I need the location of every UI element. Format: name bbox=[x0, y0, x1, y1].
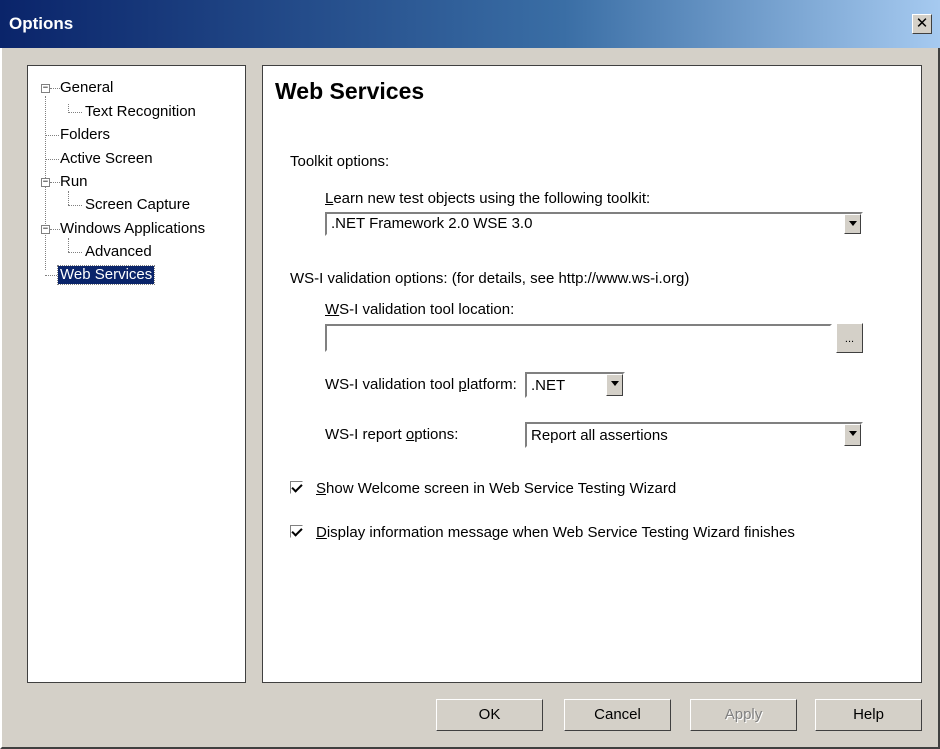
tree-item-screen-capture[interactable]: Screen Capture bbox=[85, 196, 190, 214]
page-title: Web Services bbox=[275, 78, 425, 104]
cancel-button[interactable]: Cancel bbox=[564, 699, 671, 731]
report-options-label: WS-I report options: bbox=[325, 426, 459, 443]
toolkit-select[interactable]: .NET Framework 2.0 WSE 3.0 bbox=[325, 212, 863, 236]
close-icon: ✕ bbox=[915, 14, 929, 32]
tree-collapse-general-icon[interactable]: − bbox=[41, 84, 50, 93]
ok-button[interactable]: OK bbox=[436, 699, 543, 731]
help-button[interactable]: Help bbox=[815, 699, 922, 731]
title-bar: Options ✕ bbox=[0, 0, 940, 48]
chevron-down-icon[interactable] bbox=[844, 214, 861, 234]
tree-item-general[interactable]: General bbox=[60, 79, 113, 97]
tree-item-web-services[interactable]: Web Services bbox=[56, 265, 156, 285]
tree-item-text-recognition[interactable]: Text Recognition bbox=[85, 103, 196, 121]
display-info-label[interactable]: Display information message when Web Ser… bbox=[316, 524, 795, 541]
tree-item-run[interactable]: Run bbox=[60, 173, 88, 191]
platform-label: WS-I validation tool platform: bbox=[325, 376, 517, 393]
options-tree[interactable]: − General Text Recognition Folders Activ… bbox=[27, 65, 246, 683]
browse-button[interactable]: ... bbox=[836, 323, 863, 353]
tree-collapse-windows-apps-icon[interactable]: − bbox=[41, 225, 50, 234]
report-options-select[interactable]: Report all assertions bbox=[525, 422, 863, 448]
wsi-options-label: WS-I validation options: (for details, s… bbox=[290, 270, 690, 287]
chevron-down-icon[interactable] bbox=[606, 374, 623, 396]
close-button[interactable]: ✕ bbox=[912, 14, 932, 34]
apply-button[interactable]: Apply bbox=[690, 699, 797, 731]
toolkit-options-label: Toolkit options: bbox=[290, 153, 390, 170]
chevron-down-icon[interactable] bbox=[844, 424, 861, 446]
show-welcome-checkbox[interactable] bbox=[290, 481, 303, 494]
tree-item-advanced[interactable]: Advanced bbox=[85, 243, 152, 261]
display-info-checkbox[interactable] bbox=[290, 525, 303, 538]
tree-item-windows-applications[interactable]: Windows Applications bbox=[60, 220, 205, 238]
tool-location-label: WS-I validation tool location: bbox=[325, 301, 515, 318]
window-title: Options bbox=[9, 14, 74, 33]
tree-collapse-run-icon[interactable]: − bbox=[41, 178, 50, 187]
learn-toolkit-label: Learn new test objects using the followi… bbox=[325, 190, 651, 207]
show-welcome-label[interactable]: Show Welcome screen in Web Service Testi… bbox=[316, 480, 676, 497]
tool-location-input[interactable] bbox=[325, 324, 832, 352]
platform-select[interactable]: .NET bbox=[525, 372, 625, 398]
tree-item-active-screen[interactable]: Active Screen bbox=[60, 150, 153, 168]
tree-item-folders[interactable]: Folders bbox=[60, 126, 110, 144]
